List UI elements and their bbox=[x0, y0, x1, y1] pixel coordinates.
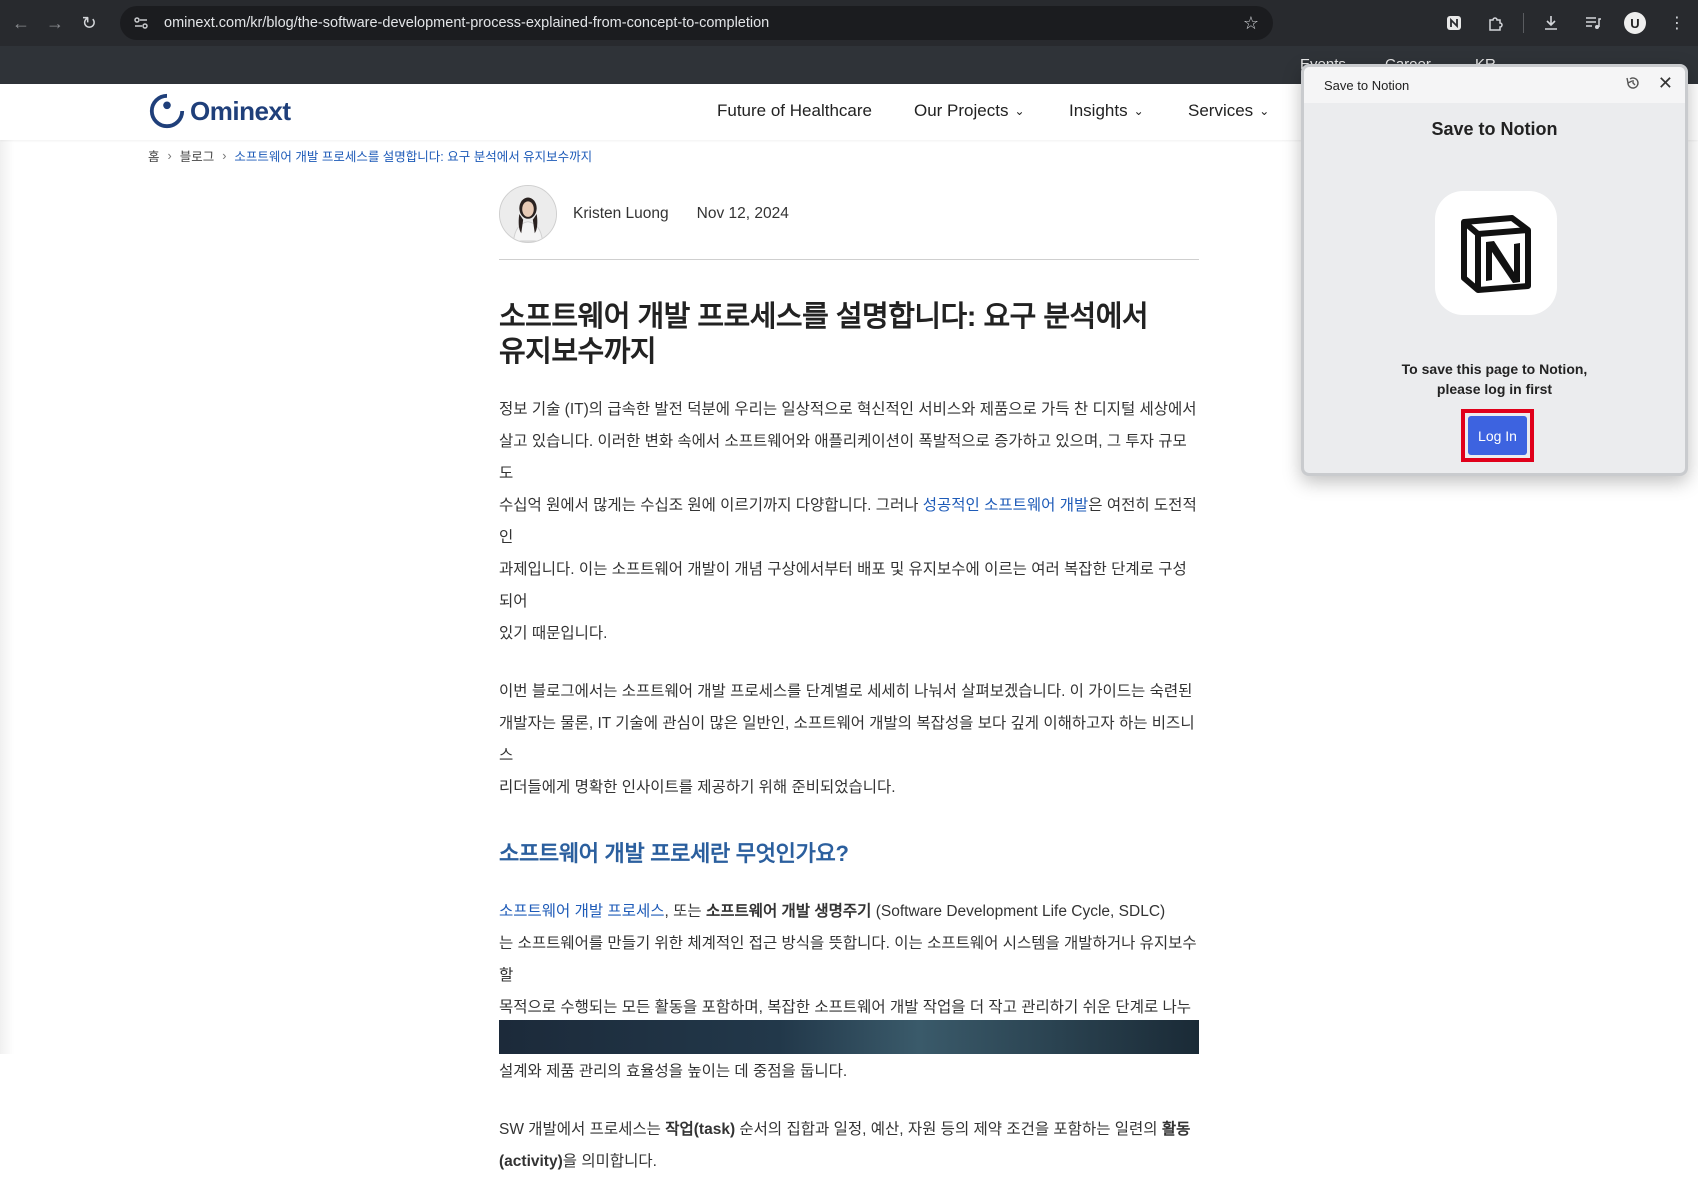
title-line: 유지보수까지 bbox=[499, 336, 657, 368]
article-title: 소프트웨어 개발 프로세스를 설명합니다: 요구 분석에서 유지보수까지 bbox=[499, 300, 1199, 370]
para-line: 살고 있습니다. 이러한 변화 속에서 소프트웨어와 애플리케이션이 폭발적으로… bbox=[499, 433, 1187, 482]
popup-header-title: Save to Notion bbox=[1324, 78, 1410, 93]
para-text: SW 개발에서 프로세스는 bbox=[499, 1121, 666, 1138]
profile-avatar[interactable]: U bbox=[1620, 8, 1650, 38]
notion-popup: Save to Notion ✕ Save to Notion To save … bbox=[1301, 64, 1688, 476]
paragraph-sdlc: 소프트웨어 개발 프로세스, 또는 소프트웨어 개발 생명주기 (Softwar… bbox=[499, 896, 1199, 1088]
login-button[interactable]: Log In bbox=[1468, 416, 1527, 455]
para-line: 과제입니다. 이는 소프트웨어 개발이 개념 구상에서부터 배포 및 유지보수에… bbox=[499, 561, 1187, 610]
publish-date: Nov 12, 2024 bbox=[696, 205, 789, 222]
site-settings-icon[interactable] bbox=[132, 14, 150, 32]
notion-logo-icon bbox=[1435, 191, 1557, 315]
page-edge-shadow bbox=[0, 140, 14, 1054]
site-logo[interactable]: Ominext bbox=[148, 92, 291, 130]
para-text: (Software Development Life Cycle, SDLC) bbox=[871, 903, 1166, 920]
breadcrumb: 홈 › 블로그 › 소프트웨어 개발 프로세스를 설명합니다: 요구 분석에서 … bbox=[148, 146, 592, 165]
bookmark-star-icon[interactable]: ☆ bbox=[1243, 13, 1259, 34]
ominext-logo-icon bbox=[149, 93, 185, 129]
paragraph-intro: 정보 기술 (IT)의 급속한 발전 덕분에 우리는 일상적으로 혁신적인 서비… bbox=[499, 394, 1199, 650]
browser-menu-icon[interactable]: ⋮ bbox=[1662, 8, 1692, 38]
chevron-right-icon: › bbox=[167, 148, 172, 163]
back-arrow-icon[interactable]: ← bbox=[8, 10, 34, 36]
menu-label: Insights bbox=[1069, 101, 1128, 120]
chevron-down-icon: ⌄ bbox=[1133, 104, 1144, 118]
notion-extension-icon[interactable] bbox=[1439, 8, 1469, 38]
section-heading: 소프트웨어 개발 프로세란 무엇인가요? bbox=[499, 841, 849, 866]
para-line: 개발자는 물론, IT 기술에 관심이 많은 일반인, 소프트웨어 개발의 복잡… bbox=[499, 715, 1195, 764]
menu-label: Our Projects bbox=[914, 101, 1009, 120]
title-line: 소프트웨어 개발 프로세스를 설명합니다: 요구 분석에서 bbox=[499, 301, 1149, 333]
history-icon[interactable] bbox=[1625, 75, 1641, 96]
chevron-right-icon: › bbox=[222, 148, 227, 163]
browser-toolbar: ← → ↻ ominext.com/kr/blog/the-software-d… bbox=[0, 0, 1698, 46]
logo-text: Ominext bbox=[190, 95, 291, 126]
divider bbox=[499, 259, 1199, 260]
popup-title: Save to Notion bbox=[1431, 119, 1558, 139]
chevron-down-icon: ⌄ bbox=[1014, 104, 1025, 118]
close-icon[interactable]: ✕ bbox=[1658, 73, 1673, 94]
url-text[interactable]: ominext.com/kr/blog/the-software-develop… bbox=[164, 15, 769, 31]
media-controls-icon[interactable] bbox=[1578, 8, 1608, 38]
extensions-puzzle-icon[interactable] bbox=[1481, 8, 1511, 38]
para-text: 순서의 집합과 일정, 예산, 자원 등의 제약 조건을 포함하는 일련의 bbox=[735, 1121, 1162, 1138]
download-icon[interactable] bbox=[1536, 8, 1566, 38]
menu-label: Future of Healthcare bbox=[717, 101, 872, 120]
para-text: , 또는 bbox=[664, 903, 706, 920]
para-line: 있기 때문입니다. bbox=[499, 625, 608, 642]
para-line: 는 소프트웨어를 만들기 위한 체계적인 접근 방식을 뜻합니다. 이는 소프트… bbox=[499, 935, 1197, 984]
reload-icon[interactable]: ↻ bbox=[76, 10, 102, 36]
menu-insights[interactable]: Insights ⌄ bbox=[1069, 101, 1144, 121]
menu-label: Services bbox=[1188, 101, 1254, 120]
message-line: To save this page to Notion, bbox=[1401, 361, 1588, 377]
menu-our-projects[interactable]: Our Projects ⌄ bbox=[914, 101, 1025, 121]
bold-text: (activity) bbox=[499, 1153, 563, 1170]
author-name[interactable]: Kristen Luong bbox=[573, 205, 669, 223]
para-line: 수십억 원에서 많게는 수십조 원에 이르기까지 다양합니다. 그러나 bbox=[499, 497, 923, 514]
para-line: 리더들에게 명확한 인사이트를 제공하기 위해 준비되었습니다. bbox=[499, 779, 896, 796]
para-text: 을 의미합니다. bbox=[562, 1153, 657, 1170]
para-line: 이번 블로그에서는 소프트웨어 개발 프로세스를 단계별로 세세히 나눠서 살펴… bbox=[499, 683, 1193, 700]
address-bar[interactable]: ominext.com/kr/blog/the-software-develop… bbox=[120, 6, 1273, 40]
popup-message: To save this page to Notion, please log … bbox=[1304, 359, 1685, 399]
bold-text: 활동 bbox=[1161, 1121, 1191, 1138]
menu-services[interactable]: Services ⌄ bbox=[1188, 101, 1269, 121]
breadcrumb-blog[interactable]: 블로그 bbox=[180, 146, 215, 165]
author-row: Kristen Luong Nov 12, 2024 bbox=[499, 185, 1199, 243]
para-line: 정보 기술 (IT)의 급속한 발전 덕분에 우리는 일상적으로 혁신적인 서비… bbox=[499, 401, 1197, 418]
paragraph-guide: 이번 블로그에서는 소프트웨어 개발 프로세스를 단계별로 세세히 나눠서 살펴… bbox=[499, 676, 1199, 804]
menu-future-of-healthcare[interactable]: Future of Healthcare bbox=[717, 101, 872, 121]
paragraph-process: SW 개발에서 프로세스는 작업(task) 순서의 집합과 일정, 예산, 자… bbox=[499, 1114, 1199, 1178]
author-avatar bbox=[499, 185, 557, 243]
login-highlight-frame: Log In bbox=[1461, 409, 1534, 462]
bold-text: 작업(task) bbox=[665, 1121, 736, 1138]
breadcrumb-home[interactable]: 홈 bbox=[148, 146, 160, 165]
software-dev-process-link[interactable]: 소프트웨어 개발 프로세스 bbox=[499, 903, 664, 920]
article-hero-image bbox=[499, 1020, 1199, 1054]
message-line: please log in first bbox=[1436, 381, 1553, 397]
successful-software-dev-link[interactable]: 성공적인 소프트웨어 개발 bbox=[923, 497, 1088, 514]
toolbar-separator bbox=[1523, 13, 1524, 33]
bold-text: 소프트웨어 개발 생명주기 bbox=[705, 903, 872, 920]
chevron-down-icon: ⌄ bbox=[1259, 104, 1270, 118]
forward-arrow-icon[interactable]: → bbox=[42, 10, 68, 36]
popup-header: Save to Notion ✕ bbox=[1304, 67, 1685, 103]
para-line: 설계와 제품 관리의 효율성을 높이는 데 중점을 둡니다. bbox=[499, 1063, 848, 1080]
breadcrumb-current[interactable]: 소프트웨어 개발 프로세스를 설명합니다: 요구 분석에서 유지보수까지 bbox=[234, 146, 592, 165]
